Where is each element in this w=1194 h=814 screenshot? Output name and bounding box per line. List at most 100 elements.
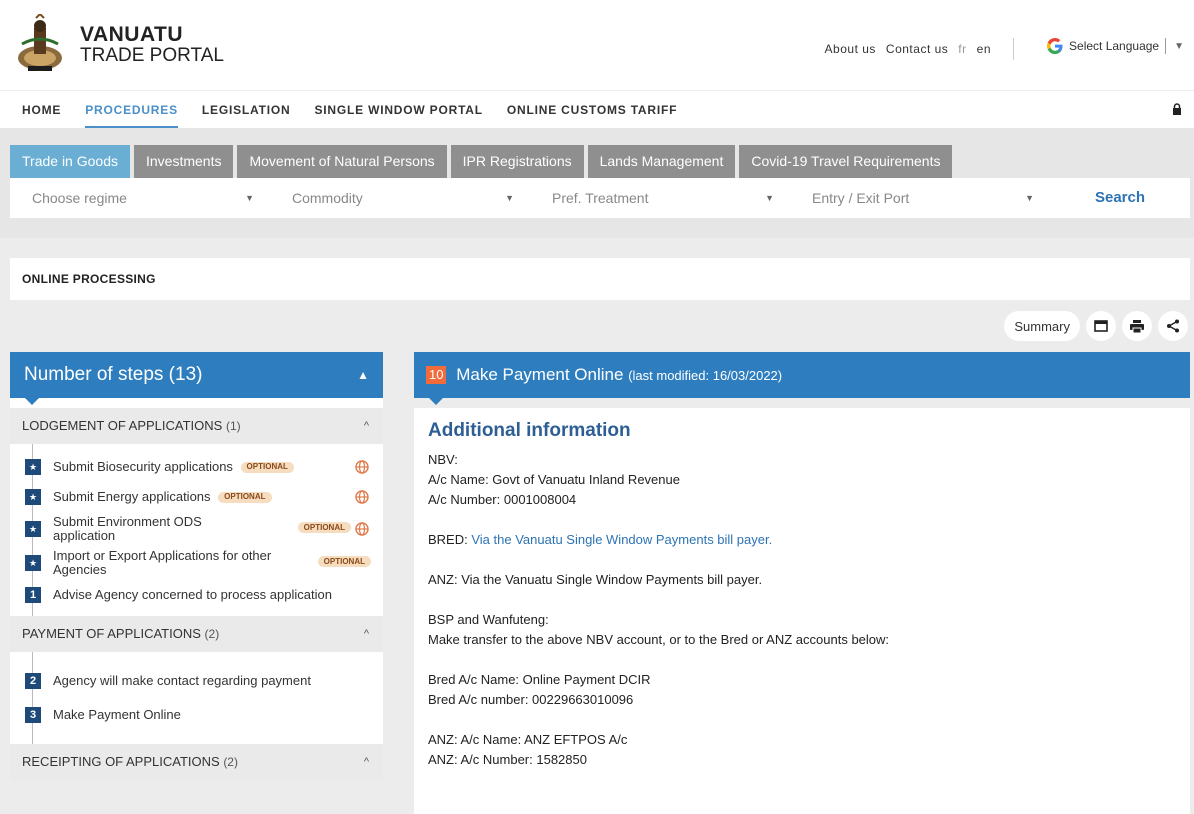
port-select-label: Entry / Exit Port: [812, 190, 910, 206]
regime-select[interactable]: Choose regime ▼: [10, 178, 270, 218]
tab-trade-in-goods[interactable]: Trade in Goods: [10, 145, 130, 178]
site-header: VANUATU TRADE PORTAL About us Contact us…: [0, 0, 1194, 90]
commodity-select-label: Commodity: [292, 190, 363, 206]
info-line: ANZ: Via the Vanuatu Single Window Payme…: [428, 572, 763, 587]
pref-treatment-select[interactable]: Pref. Treatment ▼: [530, 178, 790, 218]
step-label: Advise Agency concerned to process appli…: [53, 586, 332, 602]
fullscreen-button[interactable]: [1086, 311, 1116, 341]
optional-badge: OPTIONAL: [297, 522, 351, 533]
tab-ipr-registrations[interactable]: IPR Registrations: [450, 145, 584, 178]
info-line: A/c Number: 0001008004: [428, 492, 577, 507]
group-receipting[interactable]: RECEIPTING OF APPLICATIONS (2) ^: [10, 744, 383, 780]
step-item[interactable]: 3 Make Payment Online: [10, 698, 383, 732]
tab-lands-management[interactable]: Lands Management: [587, 145, 736, 178]
steps-panel-header[interactable]: Number of steps (13) ▲: [10, 352, 383, 405]
payment-info: NBV: A/c Name: Govt of Vanuatu Inland Re…: [428, 450, 1176, 770]
info-line: Make transfer to the above NBV account, …: [428, 632, 890, 647]
pref-treatment-label: Pref. Treatment: [552, 190, 649, 206]
globe-icon[interactable]: [355, 460, 369, 474]
step-label: Submit Biosecurity applications: [53, 458, 233, 474]
info-line: ANZ: A/c Name: ANZ EFTPOS A/c: [428, 732, 628, 747]
globe-icon[interactable]: [355, 522, 369, 536]
dropdown-arrow-icon: ▼: [1174, 40, 1184, 52]
info-line: A/c Name: Govt of Vanuatu Inland Revenue: [428, 472, 680, 487]
step-detail-panel: 10 Make Payment Online (last modified: 1…: [414, 352, 1190, 814]
lock-icon[interactable]: [1172, 103, 1182, 115]
step-item[interactable]: 1 Advise Agency concerned to process app…: [10, 580, 383, 610]
chevron-up-icon[interactable]: ^: [364, 616, 369, 652]
group-lodgement[interactable]: LODGEMENT OF APPLICATIONS (1) ^: [10, 408, 383, 444]
steps-list: ★ Submit Biosecurity applications OPTION…: [10, 444, 383, 616]
nav-home[interactable]: HOME: [22, 91, 61, 129]
search-panel: Trade in Goods Investments Movement of N…: [0, 128, 1194, 238]
optional-badge: OPTIONAL: [218, 492, 272, 503]
port-select[interactable]: Entry / Exit Port ▼: [790, 178, 1050, 218]
commodity-caret-icon: ▼: [505, 193, 514, 203]
nav-procedures[interactable]: PROCEDURES: [85, 91, 178, 129]
step-item[interactable]: ★ Import or Export Applications for othe…: [10, 546, 383, 580]
optional-badge: OPTIONAL: [240, 462, 294, 473]
nav-legislation[interactable]: LEGISLATION: [202, 91, 291, 129]
site-logo[interactable]: VANUATU TRADE PORTAL: [14, 14, 224, 76]
main-nav: HOME PROCEDURES LEGISLATION SINGLE WINDO…: [0, 90, 1194, 129]
section-title: ONLINE PROCESSING: [10, 258, 1190, 300]
star-icon: ★: [25, 489, 41, 505]
group-count: (2): [204, 627, 220, 641]
lang-fr-link[interactable]: fr: [958, 42, 966, 64]
step-number-badge: 3: [25, 707, 41, 723]
print-button[interactable]: [1122, 311, 1152, 341]
regime-select-label: Choose regime: [32, 190, 127, 206]
step-item[interactable]: ★ Submit Environment ODS application OPT…: [10, 512, 383, 546]
step-label: Import or Export Applications for other …: [53, 547, 272, 577]
commodity-select[interactable]: Commodity ▼: [270, 178, 530, 218]
nav-single-window-portal[interactable]: SINGLE WINDOW PORTAL: [314, 91, 482, 129]
logo-title: VANUATU: [80, 23, 184, 46]
share-icon: [1167, 319, 1179, 333]
step-label: Submit Environment ODS application: [53, 513, 202, 543]
star-icon: ★: [25, 555, 41, 571]
collapse-up-icon[interactable]: ▲: [357, 352, 369, 398]
step-item[interactable]: ★ Submit Energy applications OPTIONAL: [10, 482, 383, 512]
bred-bill-payer-link[interactable]: Via the Vanuatu Single Window Payments b…: [471, 532, 772, 547]
summary-button[interactable]: Summary: [1004, 311, 1080, 341]
tab-covid-travel[interactable]: Covid-19 Travel Requirements: [739, 145, 953, 178]
group-count: (2): [223, 755, 238, 769]
additional-info-heading: Additional information: [428, 420, 631, 441]
search-filters: Choose regime ▼ Commodity ▼ Pref. Treatm…: [10, 178, 1190, 218]
tab-movement-natural-persons[interactable]: Movement of Natural Persons: [237, 145, 447, 178]
group-count: (1): [225, 419, 241, 433]
chevron-up-icon[interactable]: ^: [364, 408, 369, 444]
nav-online-customs-tariff[interactable]: ONLINE CUSTOMS TARIFF: [507, 91, 677, 129]
group-payment[interactable]: PAYMENT OF APPLICATIONS (2) ^: [10, 616, 383, 652]
language-selector[interactable]: Select Language ▼: [1047, 38, 1184, 54]
vanuatu-emblem-icon: [18, 14, 62, 71]
step-number-badge: 10: [426, 366, 447, 384]
bred-label: BRED:: [428, 532, 468, 547]
logo-subtitle: TRADE PORTAL: [80, 45, 224, 67]
star-icon: ★: [25, 459, 41, 475]
window-icon: [1094, 320, 1108, 332]
globe-icon[interactable]: [355, 490, 369, 504]
about-us-link[interactable]: About us: [825, 42, 876, 64]
steps-list: 2 Agency will make contact regarding pay…: [10, 652, 383, 744]
google-icon: [1047, 38, 1063, 54]
step-detail-body: Additional information NBV: A/c Name: Go…: [414, 408, 1190, 814]
tab-investments[interactable]: Investments: [133, 145, 234, 178]
regime-caret-icon: ▼: [245, 193, 254, 203]
step-item[interactable]: ★ Submit Biosecurity applications OPTION…: [10, 452, 383, 482]
contact-us-link[interactable]: Contact us: [886, 42, 948, 64]
info-line: Bred A/c number: 00229663010096: [428, 692, 634, 707]
select-language-label: Select Language: [1069, 39, 1160, 53]
step-item[interactable]: 2 Agency will make contact regarding pay…: [10, 664, 383, 698]
pref-caret-icon: ▼: [765, 193, 774, 203]
group-label: RECEIPTING OF APPLICATIONS: [22, 754, 220, 769]
chevron-up-icon[interactable]: ^: [364, 744, 369, 780]
lang-en-link[interactable]: en: [977, 42, 991, 64]
header-divider: [1013, 38, 1014, 60]
share-button[interactable]: [1158, 311, 1188, 341]
step-number-badge: 1: [25, 587, 41, 603]
info-line: BRED: Via the Vanuatu Single Window Paym…: [428, 530, 1176, 550]
info-line: BSP and Wanfuteng:: [428, 612, 549, 627]
optional-badge: OPTIONAL: [317, 556, 371, 567]
search-button[interactable]: Search: [1050, 178, 1190, 218]
